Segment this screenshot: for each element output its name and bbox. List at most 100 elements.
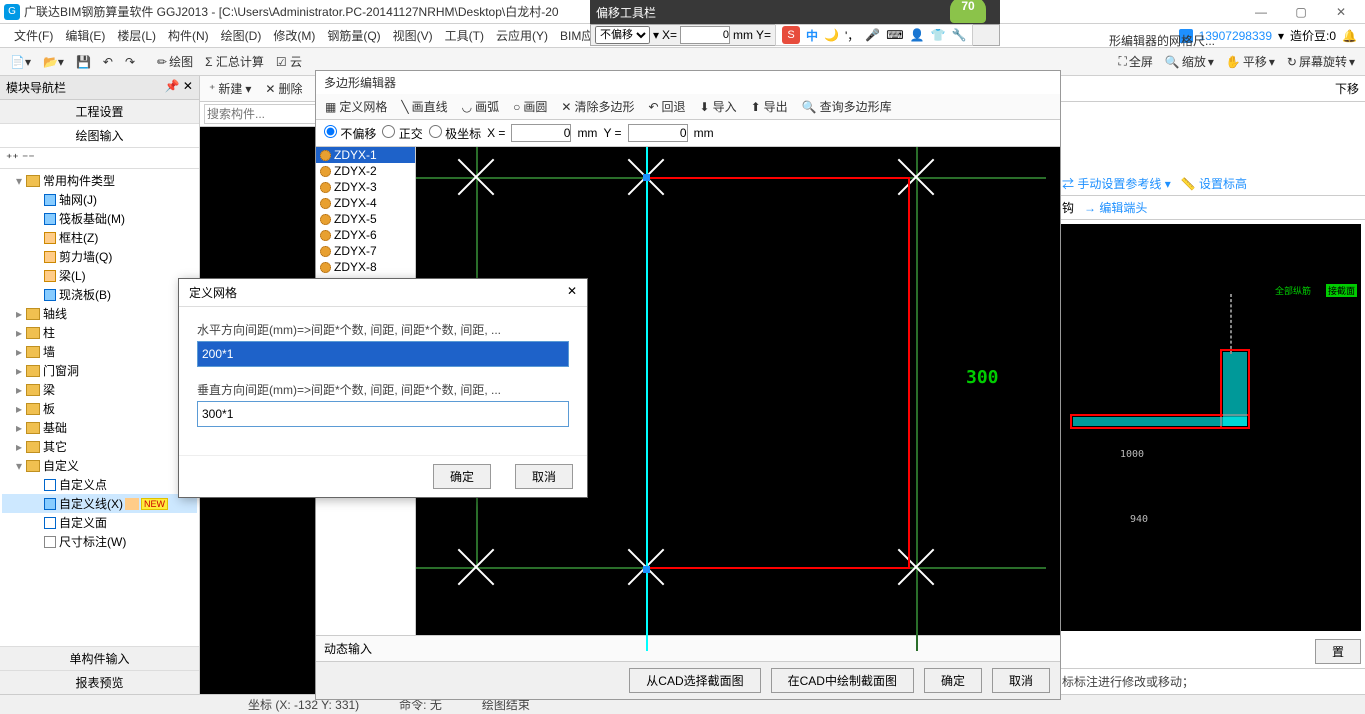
menu-component[interactable]: 构件(N) xyxy=(162,27,215,44)
clear-polygon-button[interactable]: ✕ 清除多边形 xyxy=(558,96,637,117)
list-item[interactable]: ZDYX-2 xyxy=(316,163,415,179)
tree-cat[interactable]: ▸墙 xyxy=(2,342,197,361)
dialog-title-bar[interactable]: 定义网格 ✕ xyxy=(179,279,587,307)
new-button[interactable]: ⁺ 新建 ▾ xyxy=(206,78,254,99)
moon-icon[interactable]: 🌙 xyxy=(824,28,839,42)
menu-layer[interactable]: 楼层(L) xyxy=(111,27,162,44)
shirt-icon[interactable]: 👕 xyxy=(931,28,946,42)
menu-file[interactable]: 文件(F) xyxy=(8,27,59,44)
cloud-check-button[interactable]: ☑ 云 xyxy=(272,51,306,72)
list-item[interactable]: ZDYX-5 xyxy=(316,211,415,227)
right-preview-canvas[interactable]: 全部纵筋 接截面 940 1000 xyxy=(1060,224,1361,631)
notification-badge[interactable]: 70 xyxy=(950,0,986,23)
section-drawing[interactable]: 绘图输入 xyxy=(0,124,199,148)
menu-tools[interactable]: 工具(T) xyxy=(439,27,490,44)
menu-modify[interactable]: 修改(M) xyxy=(267,27,321,44)
in-cad-button[interactable]: 在CAD中绘制截面图 xyxy=(771,668,914,693)
editor-cancel-button[interactable]: 取消 xyxy=(992,668,1050,693)
dialog-close-icon[interactable]: ✕ xyxy=(567,284,577,301)
tree-item-selected[interactable]: 自定义线(X)NEW xyxy=(2,494,197,513)
rotate-button[interactable]: ↻ 屏幕旋转 ▾ xyxy=(1283,51,1359,72)
redo-button[interactable]: ↷ xyxy=(121,53,139,71)
draw-arc-button[interactable]: ◡ 画弧 xyxy=(459,96,503,117)
radio-polar[interactable]: 极坐标 xyxy=(429,125,481,142)
comma-icon[interactable]: '， xyxy=(845,27,859,44)
delete-button[interactable]: ✕ 删除 xyxy=(262,78,305,99)
tree-cat[interactable]: ▸门窗洞 xyxy=(2,361,197,380)
export-button[interactable]: ⬆ 导出 xyxy=(748,96,791,117)
tree-item[interactable]: 剪力墙(Q) xyxy=(2,247,197,266)
offset-mode-select[interactable]: 不偏移 xyxy=(595,26,650,44)
move-down-label[interactable]: 下移 xyxy=(1335,82,1359,96)
tree-cat[interactable]: ▸其它 xyxy=(2,437,197,456)
open-file-button[interactable]: 📂▾ xyxy=(39,53,68,71)
close-button[interactable]: ✕ xyxy=(1321,1,1361,23)
tab-single-input[interactable]: 单构件输入 xyxy=(0,646,199,670)
maximize-button[interactable]: ▢ xyxy=(1281,1,1321,23)
set-mark-button[interactable]: 📏 设置标高 xyxy=(1181,175,1247,192)
h-spacing-input[interactable] xyxy=(197,341,569,367)
tree-item[interactable]: 自定义面 xyxy=(2,513,197,532)
new-file-button[interactable]: 📄▾ xyxy=(6,53,35,71)
keyboard-icon[interactable]: ⌨ xyxy=(886,28,903,42)
list-item[interactable]: ZDYX-7 xyxy=(316,243,415,259)
panel-pin-icon[interactable]: 📌 ✕ xyxy=(165,79,193,96)
wrench-icon[interactable]: 🔧 xyxy=(951,28,966,42)
pan-button[interactable]: ✋ 平移 ▾ xyxy=(1222,51,1279,72)
list-item[interactable]: ZDYX-6 xyxy=(316,227,415,243)
query-library-button[interactable]: 🔍 查询多边形库 xyxy=(799,96,895,117)
tree-item[interactable]: 自定义点 xyxy=(2,475,197,494)
zoom-button[interactable]: 🔍 缩放 ▾ xyxy=(1161,51,1218,72)
menu-cloud[interactable]: 云应用(Y) xyxy=(490,27,554,44)
bell-icon[interactable]: 🔔 xyxy=(1342,29,1357,43)
editor-ok-button[interactable]: 确定 xyxy=(924,668,982,693)
tab-report-preview[interactable]: 报表预览 xyxy=(0,670,199,694)
collapse-icon[interactable]: ⁻⁻ xyxy=(22,151,35,165)
from-cad-button[interactable]: 从CAD选择截面图 xyxy=(629,668,760,693)
list-item[interactable]: ZDYX-1 xyxy=(316,147,415,163)
edit-end-button[interactable]: → 编辑端头 xyxy=(1084,199,1147,216)
draw-circle-button[interactable]: ○ 画圆 xyxy=(510,96,550,117)
fullscreen-button[interactable]: ⛶ 全屏 xyxy=(1114,51,1156,72)
tree-item[interactable]: 梁(L) xyxy=(2,266,197,285)
offset-x-input[interactable] xyxy=(680,26,730,44)
import-button[interactable]: ⬇ 导入 xyxy=(697,96,740,117)
expand-icon[interactable]: ⁺⁺ xyxy=(6,151,19,165)
tree-cat[interactable]: ▸板 xyxy=(2,399,197,418)
tree-cat[interactable]: ▾自定义 xyxy=(2,456,197,475)
menu-rebar[interactable]: 钢筋量(Q) xyxy=(321,27,386,44)
section-project[interactable]: 工程设置 xyxy=(0,100,199,124)
tree-item[interactable]: 轴网(J) xyxy=(2,190,197,209)
tree-root[interactable]: ▾常用构件类型 xyxy=(2,171,197,190)
mic-icon[interactable]: 🎤 xyxy=(865,28,880,42)
save-button[interactable]: 💾 xyxy=(72,53,95,71)
tree-item[interactable]: 现浇板(B) xyxy=(2,285,197,304)
list-item[interactable]: ZDYX-8 xyxy=(316,259,415,275)
sum-button[interactable]: Σ 汇总计算 xyxy=(201,51,268,72)
list-item[interactable]: ZDYX-3 xyxy=(316,179,415,195)
radio-no-offset[interactable]: 不偏移 xyxy=(324,125,376,142)
draw-button[interactable]: ✏ 绘图 xyxy=(153,51,197,72)
ime-icon[interactable]: S xyxy=(782,26,800,44)
undo-polygon-button[interactable]: ↶ 回退 xyxy=(645,96,688,117)
draw-line-button[interactable]: ╲ 画直线 xyxy=(398,96,450,117)
manual-ref-button[interactable]: ⇄ 手动设置参考线 ▾ xyxy=(1062,175,1171,192)
minimize-button[interactable]: — xyxy=(1241,1,1281,23)
ime-toolbar[interactable]: S 中 🌙 '， 🎤 ⌨ 👤 👕 🔧 xyxy=(775,24,973,46)
v-spacing-input[interactable] xyxy=(197,401,569,427)
tree-item[interactable]: 筏板基础(M) xyxy=(2,209,197,228)
tree-item[interactable]: 框柱(Z) xyxy=(2,228,197,247)
undo-button[interactable]: ↶ xyxy=(99,53,117,71)
ime-lang[interactable]: 中 xyxy=(806,27,818,44)
radio-ortho[interactable]: 正交 xyxy=(382,125,422,142)
editor-x-input[interactable] xyxy=(511,124,571,142)
right-action-button[interactable]: 置 xyxy=(1315,639,1361,664)
editor-y-input[interactable] xyxy=(628,124,688,142)
offset-toolbar-title[interactable]: 偏移工具栏 xyxy=(590,0,1000,24)
hook-label[interactable]: 钩 xyxy=(1062,199,1074,216)
menu-view[interactable]: 视图(V) xyxy=(387,27,439,44)
dialog-ok-button[interactable]: 确定 xyxy=(433,464,491,489)
tree-item[interactable]: 尺寸标注(W) xyxy=(2,532,197,551)
menu-draw[interactable]: 绘图(D) xyxy=(215,27,268,44)
menu-edit[interactable]: 编辑(E) xyxy=(59,27,111,44)
